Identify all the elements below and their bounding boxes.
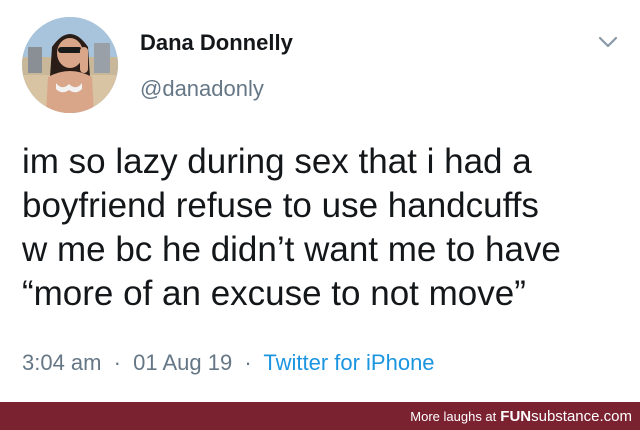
tweet-text-line: boyfriend refuse to use handcuffs [22, 186, 539, 225]
footer-brand-rest: substance.com [531, 408, 632, 425]
display-name[interactable]: Dana Donnelly [140, 30, 293, 56]
avatar[interactable] [22, 17, 118, 113]
tweet-metadata: 3:04 am · 01 Aug 19 · Twitter for iPhone [22, 350, 435, 376]
tweet-text-line: w me bc he didn’t want me to have [22, 230, 561, 269]
tweet-text-line: “more of an excuse to not move” [22, 274, 526, 313]
tweet-date[interactable]: 01 Aug 19 [133, 350, 232, 375]
footer-prefix: More laughs at [410, 409, 497, 424]
user-handle[interactable]: @danadonly [140, 76, 264, 102]
footer-brand: FUN [500, 408, 532, 425]
tweet-card: Dana Donnelly @danadonly im so lazy duri… [0, 0, 640, 402]
watermark-footer: More laughs at FUNsubstance.com [0, 402, 640, 430]
tweet-source-link[interactable]: Twitter for iPhone [263, 350, 434, 375]
separator-dot: · [244, 350, 252, 375]
separator-dot: · [113, 350, 121, 375]
tweet-time[interactable]: 3:04 am [22, 350, 102, 375]
tweet-text-line: im so lazy during sex that i had a [22, 142, 532, 181]
footer-text[interactable]: More laughs at FUNsubstance.com [410, 408, 632, 425]
chevron-down-icon[interactable] [597, 34, 619, 50]
tweet-text: im so lazy during sex that i had a boyfr… [22, 140, 627, 316]
profile-photo-icon [22, 17, 118, 113]
